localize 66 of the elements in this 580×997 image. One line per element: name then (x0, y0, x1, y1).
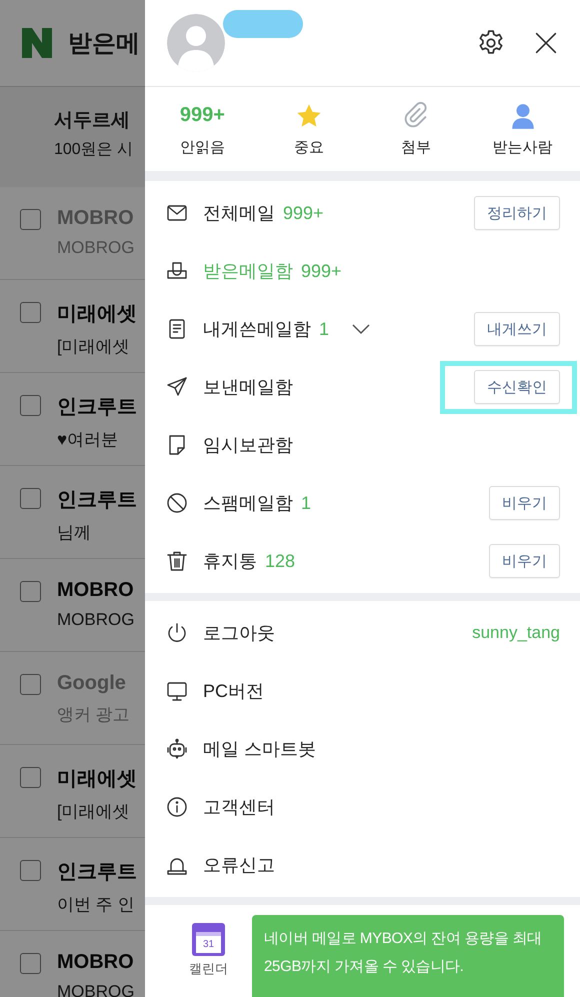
prohibited-icon (165, 491, 189, 515)
folder-count: 1 (319, 318, 330, 340)
checkbox[interactable] (20, 488, 41, 509)
checkbox[interactable] (20, 860, 41, 881)
robot-icon (165, 737, 189, 761)
mail-preview: [미래에셋 (57, 801, 130, 823)
mail-sender[interactable]: 인크루트 (57, 486, 137, 513)
menu-link[interactable]: 고객센터 (203, 795, 275, 819)
trash-icon (165, 549, 189, 573)
quick-filter[interactable]: 999+ 안읽음 (149, 102, 256, 156)
menu-link[interactable]: 메일 스마트봇 (203, 737, 316, 761)
folder-count: 999+ (283, 202, 324, 224)
menu-link[interactable]: 로그아웃 (203, 621, 275, 645)
folder-count: 1 (301, 492, 312, 514)
folder-action-button[interactable]: 정리하기 (474, 196, 560, 230)
mail-preview: 님께 (57, 522, 91, 544)
folder-link[interactable]: 전체메일 (203, 201, 275, 225)
folder-link[interactable]: 휴지통 (203, 549, 257, 573)
quick-filter[interactable]: 첨부 (362, 102, 470, 156)
chevron-icon[interactable] (351, 323, 372, 335)
folder-action-button[interactable]: 비우기 (489, 486, 560, 520)
mail-preview: 이번 주 인 (57, 894, 134, 916)
promo-title: 서두르세 (54, 109, 131, 133)
quick-filter[interactable]: 받는사람 (469, 102, 576, 156)
person-icon (510, 102, 536, 130)
account-id: sunny_tang (472, 623, 560, 643)
mail-preview: MOBROG (57, 238, 134, 258)
promo-banner[interactable]: 서두르세 100원은 시 (0, 87, 145, 187)
promo-text: 100원은 시 (54, 140, 134, 160)
folder-link[interactable]: 스팸메일함 (203, 491, 293, 515)
calendar-icon: 31 (192, 923, 225, 956)
checkbox[interactable] (20, 674, 41, 695)
checkbox[interactable] (20, 767, 41, 788)
mail-preview: [미래에셋 (57, 336, 130, 358)
folder-count: 128 (265, 550, 296, 572)
folder-action-button[interactable]: 수신확인 (474, 370, 560, 404)
folder-link[interactable]: 내게쓴메일함 (203, 317, 311, 341)
unread-count: 999+ (180, 104, 225, 127)
folder-link[interactable]: 보낸메일함 (203, 375, 293, 399)
avatar (167, 14, 225, 72)
checkbox[interactable] (20, 581, 41, 602)
mail-sender[interactable]: MOBRO (57, 579, 134, 602)
quick-filter[interactable]: 중요 (256, 102, 362, 156)
mail-preview: MOBROG (57, 982, 134, 997)
mail-sender[interactable]: 미래에셋 (57, 765, 137, 792)
checkbox[interactable] (20, 953, 41, 974)
page-title: 받은메 (68, 29, 140, 59)
mail-sender[interactable]: 미래에셋 (57, 300, 137, 327)
mail-preview: MOBROG (57, 610, 134, 630)
info-icon (165, 795, 189, 819)
folder-action-button[interactable]: 비우기 (489, 544, 560, 578)
menu-link[interactable]: PC버전 (203, 679, 264, 703)
menu-link[interactable]: 오류신고 (203, 853, 275, 877)
folder-count: 999+ (301, 260, 342, 282)
mail-preview: 앵커 광고 (57, 704, 130, 726)
mail-preview: ♥여러분 (57, 429, 118, 451)
checkbox[interactable] (20, 395, 41, 416)
mail-sender[interactable]: 인크루트 (57, 858, 137, 885)
calendar-link[interactable]: 31 캘린더 (189, 923, 228, 978)
checkbox[interactable] (20, 302, 41, 323)
mail-sender[interactable]: MOBRO (57, 951, 134, 974)
folder-action-button[interactable]: 내게쓰기 (474, 312, 560, 346)
logo-icon (20, 26, 54, 60)
folder-link[interactable]: 임시보관함 (203, 433, 293, 457)
mail-sender[interactable]: 인크루트 (57, 393, 137, 420)
checkbox[interactable] (20, 209, 41, 230)
